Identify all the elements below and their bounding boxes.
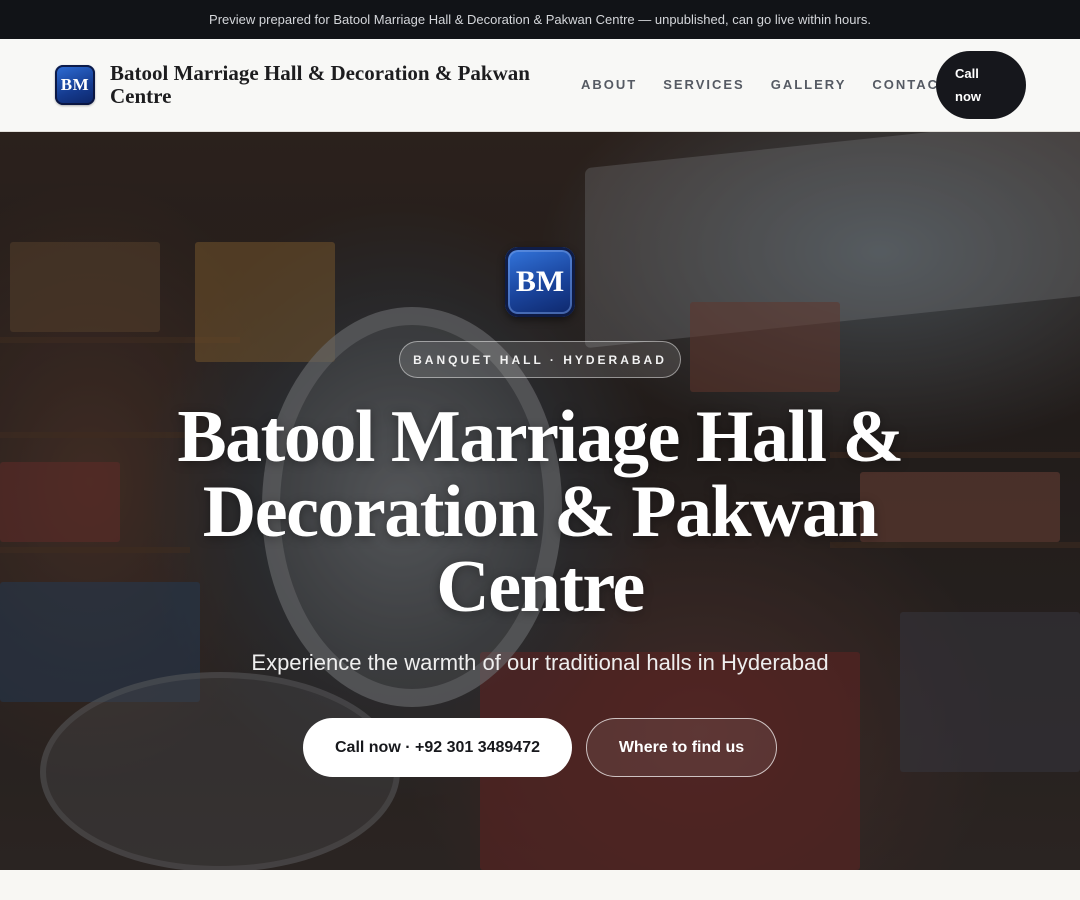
hero-call-button[interactable]: Call now · +92 301 3489472	[303, 718, 572, 777]
next-section	[0, 870, 1080, 900]
hero-logo: BM	[505, 247, 575, 317]
preview-banner-text: Preview prepared for Batool Marriage Hal…	[209, 12, 871, 27]
hero-section: BM BANQUET HALL · HYDERABAD Batool Marri…	[0, 132, 1080, 870]
hero-title: Batool Marriage Hall & Decoration & Pakw…	[177, 396, 904, 628]
brand-name[interactable]: Batool Marriage Hall & Decoration & Pakw…	[110, 62, 570, 108]
nav-link-services[interactable]: SERVICES	[663, 77, 745, 92]
hero-logo-initials: BM	[515, 265, 565, 298]
brand-logo[interactable]: BM	[55, 65, 95, 105]
nav-link-about[interactable]: ABOUT	[581, 77, 637, 92]
site-header: BM Batool Marriage Hall & Decoration & P…	[0, 39, 1080, 132]
hero-eyebrow-badge: BANQUET HALL · HYDERABAD	[399, 341, 681, 378]
hero-directions-button[interactable]: Where to find us	[586, 718, 777, 777]
hero-subtitle: Experience the warmth of our traditional…	[251, 650, 829, 675]
brand-logo-initials: BM	[60, 75, 90, 94]
header-call-button[interactable]: Call now	[936, 51, 1026, 119]
nav-link-gallery[interactable]: GALLERY	[771, 77, 847, 92]
main-nav: ABOUT SERVICES GALLERY CONTACT	[581, 77, 949, 92]
hero-eyebrow-text: BANQUET HALL · HYDERABAD	[413, 352, 667, 367]
preview-banner: Preview prepared for Batool Marriage Hal…	[0, 0, 1080, 39]
